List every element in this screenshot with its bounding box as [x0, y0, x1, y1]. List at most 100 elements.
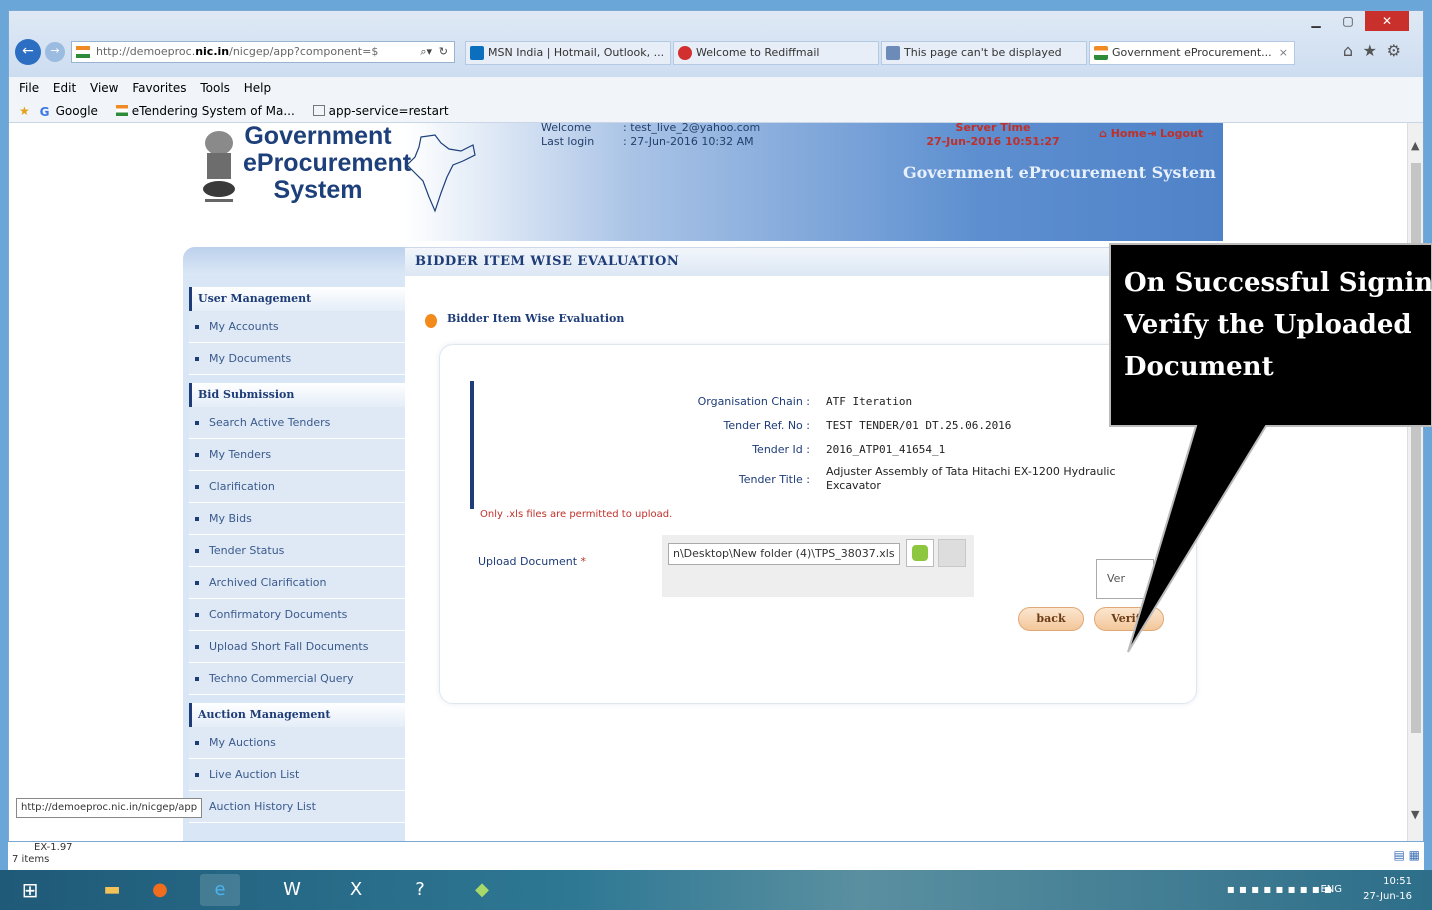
bullet-icon	[195, 773, 199, 777]
search-icon[interactable]: ⌕▾	[420, 42, 432, 62]
bullet-icon	[195, 453, 199, 457]
sidebar-item-my-auctions[interactable]: My Auctions	[189, 727, 405, 759]
items-count: 7 items	[12, 854, 50, 865]
site-subtitle: Government eProcurement System	[903, 163, 1216, 182]
maximize-button[interactable]: ▢	[1333, 11, 1363, 31]
tender-details: Organisation Chain : ATF Iteration Tende…	[470, 381, 1150, 509]
bullet-icon	[195, 357, 199, 361]
back-arrow-icon[interactable]: ←	[15, 39, 41, 65]
sidebar-section-auction-management: Auction Management	[189, 703, 405, 727]
upload-document-label: Upload Document *	[478, 555, 587, 568]
browser-tab-bar: ▁ ▢ ✕ ← → http://demoeproc.nic.in/nicgep…	[9, 11, 1423, 77]
sidebar-item-auction-history-list[interactable]: Auction History List	[189, 791, 405, 823]
sidebar-item-my-tenders[interactable]: My Tenders	[189, 439, 405, 471]
sidebar-item-live-auction-list[interactable]: Live Auction List	[189, 759, 405, 791]
favorites-star-icon[interactable]: ★	[1363, 41, 1377, 60]
bullet-icon	[195, 325, 199, 329]
sidebar-item-archived-clarification[interactable]: Archived Clarification	[189, 567, 405, 599]
file-explorer-icon[interactable]: ▬	[92, 874, 132, 906]
upload-box: n\Desktop\New folder (4)\TPS_38037.xls	[662, 535, 974, 597]
forward-arrow-icon[interactable]: →	[45, 42, 65, 62]
clear-button[interactable]	[938, 539, 966, 567]
menu-view[interactable]: View	[90, 81, 118, 95]
sidebar-item-techno-commercial-query[interactable]: Techno Commercial Query	[189, 663, 405, 695]
back-button[interactable]: back	[1018, 607, 1084, 631]
browse-button[interactable]	[906, 539, 934, 567]
desktop-item-label: EX-1.97	[34, 842, 73, 853]
tab-label: Welcome to Rediffmail	[696, 46, 820, 59]
taskbar-clock[interactable]: 10:51 27-Jun-16	[1352, 874, 1412, 904]
menu-edit[interactable]: Edit	[53, 81, 76, 95]
home-link[interactable]: ⌂ Home	[1099, 127, 1146, 140]
error-page-icon	[886, 46, 900, 60]
minimize-button[interactable]: ▁	[1301, 11, 1331, 31]
home-icon: ⌂	[1099, 127, 1111, 140]
tab-close-icon[interactable]: ×	[1279, 42, 1288, 64]
favorite-etendering[interactable]: eTendering System of Ma...	[115, 104, 295, 118]
tab-eprocurement[interactable]: Government eProcurement... ×	[1089, 41, 1295, 65]
sidebar-item-my-accounts[interactable]: My Accounts	[189, 311, 405, 343]
gear-icon[interactable]: ⚙	[1387, 41, 1401, 60]
sidebar-item-my-bids[interactable]: My Bids	[189, 503, 405, 535]
upload-note: Only .xls files are permitted to upload.	[480, 509, 673, 520]
close-button[interactable]: ✕	[1365, 11, 1409, 31]
app-icon[interactable]: ◆	[462, 874, 502, 906]
menu-help[interactable]: Help	[244, 81, 271, 95]
welcome-info: Welcome: test_live_2@yahoo.com Last logi…	[541, 123, 761, 148]
bullet-icon	[195, 677, 199, 681]
sidebar-item-tender-status[interactable]: Tender Status	[189, 535, 405, 567]
bullet-icon	[195, 581, 199, 585]
google-icon: G	[39, 105, 50, 119]
site-header: Government eProcurement System Welcome: …	[183, 123, 1223, 245]
windows-start-icon[interactable]: ⊞	[10, 874, 50, 906]
add-favorite-icon[interactable]: ★	[19, 99, 30, 123]
menu-file[interactable]: File	[19, 81, 39, 95]
header-banner	[405, 123, 1223, 241]
file-path-input[interactable]: n\Desktop\New folder (4)\TPS_38037.xls	[668, 543, 900, 565]
home-icon[interactable]: ⌂	[1343, 41, 1353, 60]
page-icon	[312, 105, 325, 116]
status-link-tip: http://demoeproc.nic.in/nicgep/app	[16, 798, 203, 818]
scroll-down-icon[interactable]: ▼	[1411, 808, 1419, 821]
bullet-icon	[195, 517, 199, 521]
tab-msn[interactable]: MSN India | Hotmail, Outlook, ...	[465, 41, 671, 65]
tab-rediffmail[interactable]: Welcome to Rediffmail	[673, 41, 879, 65]
tab-error-page[interactable]: This page can't be displayed	[881, 41, 1087, 65]
browse-icon	[912, 545, 928, 561]
firefox-icon[interactable]: ●	[140, 874, 180, 906]
word-icon[interactable]: W	[272, 874, 312, 906]
bullet-icon	[195, 421, 199, 425]
view-toggle-icon[interactable]: ▤ ▦	[1394, 848, 1421, 862]
tab-label: Government eProcurement...	[1112, 46, 1272, 59]
logout-link[interactable]: ⇥ Logout	[1147, 127, 1203, 140]
sidebar-section-bid-submission: Bid Submission	[189, 383, 405, 407]
refresh-icon[interactable]: ↻	[439, 42, 448, 62]
menu-favorites[interactable]: Favorites	[132, 81, 186, 95]
language-indicator[interactable]: ENG	[1320, 884, 1342, 895]
internet-explorer-icon[interactable]: e	[200, 874, 240, 906]
taskbar: ⊞ ▬ ● e W X ? ◆ ▪▪▪▪▪▪▪▪▪ ENG 10:51 27-J…	[0, 870, 1432, 910]
sidebar-item-search-active-tenders[interactable]: Search Active Tenders	[189, 407, 405, 439]
site-favicon-icon	[76, 46, 90, 58]
site-logo-text: Government eProcurement System	[243, 123, 412, 204]
excel-icon[interactable]: X	[336, 874, 376, 906]
menu-tools[interactable]: Tools	[200, 81, 230, 95]
section-title: Bidder Item Wise Evaluation	[447, 312, 625, 325]
scroll-up-icon[interactable]: ▲	[1411, 139, 1419, 152]
sidebar-item-clarification[interactable]: Clarification	[189, 471, 405, 503]
site-favicon-icon	[1094, 46, 1108, 60]
sidebar-item-confirmatory-documents[interactable]: Confirmatory Documents	[189, 599, 405, 631]
favorite-google[interactable]: G Google	[40, 104, 98, 119]
bullet-icon	[195, 645, 199, 649]
sidebar-section-user-management: User Management	[189, 287, 405, 311]
bullet-icon	[195, 549, 199, 553]
sidebar-item-upload-short-fall-documents[interactable]: Upload Short Fall Documents	[189, 631, 405, 663]
sidebar-item-my-documents[interactable]: My Documents	[189, 343, 405, 375]
favorites-bar: ★ G Google eTendering System of Ma... app…	[9, 99, 1423, 123]
address-bar[interactable]: http://demoeproc.nic.in/nicgep/app?compo…	[71, 41, 455, 63]
tab-label: MSN India | Hotmail, Outlook, ...	[488, 46, 665, 59]
favorite-app-service[interactable]: app-service=restart	[312, 104, 449, 118]
tab-label: This page can't be displayed	[904, 46, 1062, 59]
evaluation-card: Organisation Chain : ATF Iteration Tende…	[439, 344, 1197, 704]
help-icon[interactable]: ?	[400, 874, 440, 906]
